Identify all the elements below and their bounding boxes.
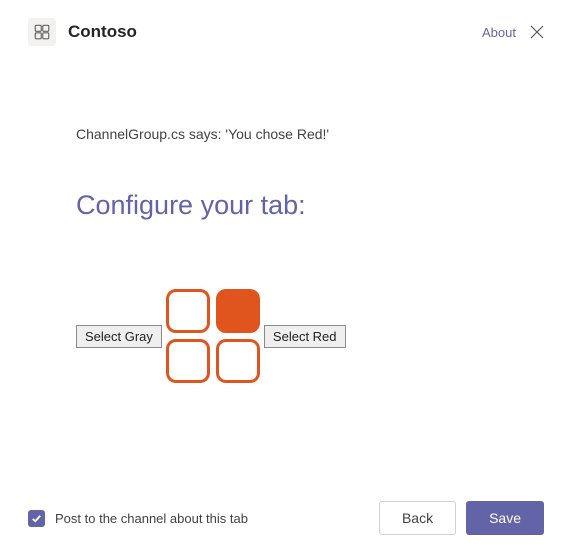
tile-bottom-right bbox=[216, 339, 260, 383]
select-gray-button[interactable]: Select Gray bbox=[76, 325, 162, 348]
footer-left: Post to the channel about this tab bbox=[28, 510, 248, 527]
tile-grid-icon bbox=[166, 289, 260, 383]
tile-top-left bbox=[166, 289, 210, 333]
dialog-content: ChannelGroup.cs says: 'You chose Red!' C… bbox=[28, 126, 544, 489]
header-left: Contoso bbox=[28, 18, 137, 46]
dialog-footer: Post to the channel about this tab Back … bbox=[28, 489, 544, 535]
post-to-channel-checkbox[interactable] bbox=[28, 510, 45, 527]
configure-heading: Configure your tab: bbox=[76, 190, 544, 221]
dialog-header: Contoso About bbox=[28, 18, 544, 46]
color-chooser: Select Gray Select Red bbox=[76, 289, 544, 383]
app-icon bbox=[28, 18, 56, 46]
select-red-button[interactable]: Select Red bbox=[264, 325, 346, 348]
about-link[interactable]: About bbox=[482, 25, 516, 40]
save-button[interactable]: Save bbox=[466, 501, 544, 535]
status-message: ChannelGroup.cs says: 'You chose Red!' bbox=[76, 126, 544, 142]
footer-right: Back Save bbox=[379, 501, 544, 535]
app-title: Contoso bbox=[68, 22, 137, 42]
close-icon[interactable] bbox=[530, 25, 544, 39]
tab-config-dialog: Contoso About ChannelGroup.cs says: 'You… bbox=[0, 0, 566, 553]
back-button[interactable]: Back bbox=[379, 501, 456, 535]
post-to-channel-label: Post to the channel about this tab bbox=[55, 511, 248, 526]
header-right: About bbox=[482, 25, 544, 40]
tile-top-right bbox=[216, 289, 260, 333]
tile-bottom-left bbox=[166, 339, 210, 383]
